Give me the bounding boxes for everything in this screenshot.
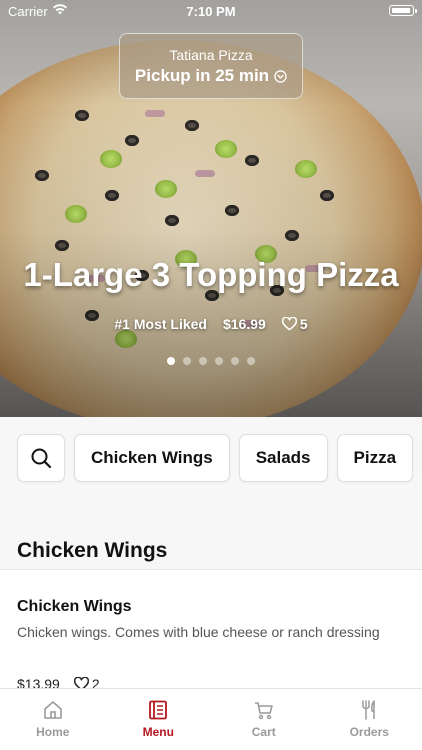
category-bar: Chicken Wings Salads Pizza — [0, 417, 422, 501]
menu-icon — [149, 700, 168, 720]
status-bar: Carrier 7:10 PM — [0, 0, 422, 22]
carousel-dot[interactable] — [167, 357, 175, 365]
category-chip[interactable]: Chicken Wings — [74, 434, 230, 482]
item-description: Chicken wings. Comes with blue cheese or… — [17, 624, 380, 640]
featured-title: 1-Large 3 Topping Pizza — [23, 256, 399, 293]
featured-meta: #1 Most Liked $16.99 5 — [0, 316, 422, 332]
tab-label: Menu — [142, 725, 174, 739]
carousel-dot[interactable] — [247, 357, 255, 365]
section-title: Chicken Wings — [17, 539, 168, 562]
category-chip[interactable]: Salads — [238, 434, 328, 482]
bottom-tab-bar: Home Menu Cart Orders — [0, 688, 422, 750]
tab-home[interactable]: Home — [0, 689, 106, 750]
tab-orders[interactable]: Orders — [317, 689, 422, 750]
featured-like-button[interactable]: 5 — [281, 316, 308, 332]
category-chip[interactable]: Pizza — [336, 434, 414, 482]
tab-label: Home — [36, 725, 70, 739]
carousel-dots[interactable] — [0, 357, 422, 365]
tab-label: Cart — [251, 725, 276, 739]
tab-label: Orders — [349, 725, 389, 739]
tab-menu[interactable]: Menu — [106, 689, 212, 750]
menu-item-card[interactable]: Chicken Wings Chicken wings. Comes with … — [0, 570, 422, 692]
item-title: Chicken Wings — [17, 598, 132, 615]
search-icon — [31, 448, 52, 469]
cart-icon — [254, 702, 273, 720]
store-name: Tatiana Pizza — [169, 47, 253, 63]
pickup-time: Pickup in 25 min — [134, 66, 270, 85]
featured-price: $16.99 — [222, 316, 266, 332]
carousel-dot[interactable] — [183, 357, 191, 365]
heart-icon — [281, 317, 297, 331]
utensils-icon — [362, 700, 375, 720]
tab-cart[interactable]: Cart — [211, 689, 317, 750]
featured-tag: #1 Most Liked — [114, 316, 207, 332]
carousel-dot[interactable] — [215, 357, 223, 365]
store-pickup-selector[interactable]: Tatiana Pizza Pickup in 25 min — [119, 33, 303, 99]
battery-icon — [389, 5, 417, 16]
featured-likes-count: 5 — [299, 316, 308, 332]
menu-section-header: Chicken Wings — [0, 501, 422, 570]
clock: 7:10 PM — [186, 4, 236, 19]
carousel-dot[interactable] — [199, 357, 207, 365]
search-button[interactable] — [17, 434, 65, 482]
featured-hero[interactable]: Carrier 7:10 PM Tatiana Pizza Pickup in … — [0, 0, 422, 417]
carousel-dot[interactable] — [231, 357, 239, 365]
chevron-down-circle-icon — [274, 69, 287, 83]
home-icon — [43, 701, 62, 719]
